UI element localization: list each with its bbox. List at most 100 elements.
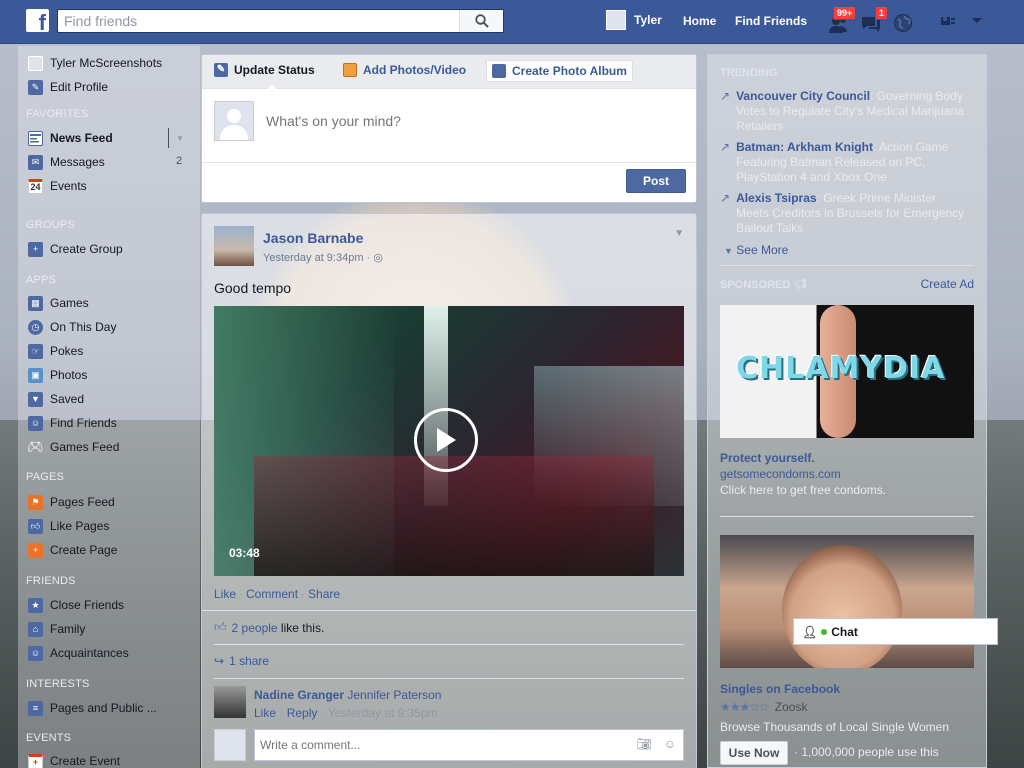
ad-image[interactable]: CHLAMYDIA: [720, 305, 974, 438]
trending-arrow-icon: ↗: [720, 140, 731, 154]
ad-image[interactable]: [720, 535, 974, 668]
sidebar-item-close-friends[interactable]: ★ Close Friends: [28, 596, 124, 614]
sponsored-header: SPONSORED 📢︎: [720, 278, 807, 291]
share-link[interactable]: Share: [308, 587, 340, 601]
see-more-label: See More: [736, 243, 789, 257]
pencil-icon: ✎: [214, 63, 228, 77]
comment-reply-link[interactable]: Reply: [287, 706, 318, 720]
sidebar-item-pages-public[interactable]: ≡ Pages and Public ...: [28, 699, 157, 717]
sidebar-item-pokes[interactable]: ☞ Pokes: [28, 342, 83, 360]
sidebar-item-photos[interactable]: ▣ Photos: [28, 366, 87, 384]
sidebar-item-events[interactable]: 24 Events: [28, 177, 87, 195]
avatar[interactable]: [214, 686, 246, 718]
post-time-text: Yesterday at 9:34pm ·: [263, 252, 374, 264]
nav-home-link[interactable]: Home: [683, 14, 716, 28]
sidebar-item-create-page[interactable]: + Create Page: [28, 541, 117, 559]
post-author[interactable]: Jason Barnabe: [263, 230, 363, 246]
trending-item[interactable]: ↗ Alexis Tsipras: Greek Prime Minister M…: [720, 191, 970, 236]
messages-jewel[interactable]: 1: [860, 6, 889, 34]
section-header-groups: GROUPS: [26, 219, 75, 231]
chat-bar[interactable]: 👤︎ Chat: [793, 618, 998, 645]
sidebar-item-like-pages[interactable]: 👍︎ Like Pages: [28, 517, 109, 535]
trending-item[interactable]: ↗ Batman: Arkham Knight: Action Game Fea…: [720, 140, 970, 185]
camera-icon[interactable]: 📷︎: [637, 737, 652, 751]
nav-find-friends-link[interactable]: Find Friends: [735, 14, 807, 28]
chevron-down-icon[interactable]: ▼: [674, 228, 684, 239]
sidebar-item-saved[interactable]: ▼ Saved: [28, 390, 84, 408]
trending-item[interactable]: ↗ Vancouver City Council: Governing Body…: [720, 89, 970, 134]
news-feed-icon: [28, 130, 43, 146]
comment-like-link[interactable]: Like: [254, 706, 276, 720]
globe-icon: [894, 14, 912, 32]
status-input[interactable]: [266, 113, 666, 129]
status-composer: ✎ Update Status Add Photos/Video Create …: [201, 54, 697, 203]
ad-user-count: · 1,000,000 people use this: [794, 745, 939, 759]
create-ad-link[interactable]: Create Ad: [921, 277, 974, 291]
avatar: [214, 729, 246, 761]
avatar[interactable]: [214, 226, 254, 266]
chevron-down-icon: [972, 17, 983, 23]
use-now-button[interactable]: Use Now: [720, 741, 788, 765]
messages-icon: ✉: [28, 154, 43, 170]
comment-input[interactable]: [254, 729, 684, 761]
sidebar-item-find-friends[interactable]: ☺ Find Friends: [28, 414, 117, 432]
avatar: [28, 55, 43, 71]
post-button[interactable]: Post: [626, 169, 686, 193]
comment-attachments: 📷︎ ☺: [637, 737, 677, 751]
post-actions: Like · Comment · Share: [214, 587, 340, 601]
tab-label: Update Status: [234, 63, 315, 77]
post-timestamp[interactable]: Yesterday at 9:34pm · ◎: [263, 251, 383, 264]
like-link[interactable]: Like: [214, 587, 236, 601]
chevron-down-icon[interactable]: ▼: [176, 134, 184, 143]
sidebar-item-family[interactable]: ⌂ Family: [28, 620, 85, 638]
section-header-pages: PAGES: [26, 471, 65, 483]
sidebar-item-label: Edit Profile: [50, 80, 109, 94]
online-dot: [821, 628, 828, 635]
facebook-logo[interactable]: f: [26, 9, 49, 32]
ad-title[interactable]: Singles on Facebook: [720, 682, 840, 696]
divider: [202, 610, 696, 611]
sidebar-item-news-feed[interactable]: News Feed: [28, 129, 113, 147]
likes-link[interactable]: 2 people: [232, 621, 278, 635]
poke-icon: ☞: [28, 343, 43, 359]
sidebar-item-create-group[interactable]: + Create Group: [28, 240, 123, 258]
tab-add-photos[interactable]: Add Photos/Video: [343, 63, 466, 77]
sidebar-item-acquaintances[interactable]: ☺ Acquaintances: [28, 644, 129, 662]
play-button[interactable]: [414, 408, 478, 472]
friend-requests-jewel[interactable]: 99+: [828, 6, 857, 34]
ad-rating: ★★★☆☆ Zoosk: [720, 700, 807, 714]
sidebar-item-label: Photos: [50, 368, 88, 382]
notifications-jewel[interactable]: [893, 10, 919, 34]
ad-link[interactable]: getsomecondoms.com: [720, 467, 841, 481]
comment-link[interactable]: Comment: [246, 587, 298, 601]
sidebar-item-games-feed[interactable]: 🎮︎ Games Feed: [27, 438, 119, 456]
sidebar-item-label: Close Friends: [50, 598, 125, 612]
left-sidebar: Tyler McScreenshots ✎ Edit Profile FAVOR…: [18, 46, 200, 768]
comment-author[interactable]: Nadine Granger: [254, 688, 344, 702]
video-player[interactable]: 03:48: [214, 306, 684, 576]
sidebar-item-messages[interactable]: ✉ Messages: [28, 153, 105, 171]
likes-suffix: like this.: [277, 620, 325, 635]
smiley-icon[interactable]: ☺: [664, 737, 676, 751]
search-button[interactable]: [459, 10, 503, 32]
nav-profile-link[interactable]: Tyler: [606, 10, 662, 30]
comment-time[interactable]: Yesterday at 9:35pm: [328, 706, 438, 720]
sidebar-item-games[interactable]: ▦ Games: [28, 294, 89, 312]
sidebar-item-pages-feed[interactable]: ⚑ Pages Feed: [28, 493, 115, 511]
search-input[interactable]: [58, 10, 458, 32]
sidebar-item-profile[interactable]: Tyler McScreenshots: [28, 54, 162, 72]
sidebar-item-create-event[interactable]: + Create Event: [28, 752, 120, 768]
shares-summary[interactable]: ↪ 1 share: [214, 654, 269, 668]
calendar-plus-icon: +: [28, 753, 43, 768]
see-more-link[interactable]: ▼ See More: [724, 243, 788, 257]
comment-mention[interactable]: Jennifer Paterson: [347, 688, 441, 702]
tab-create-album[interactable]: Create Photo Album: [486, 60, 633, 82]
sidebar-item-edit-profile[interactable]: ✎ Edit Profile: [28, 78, 108, 96]
ad-title[interactable]: Protect yourself.: [720, 451, 815, 465]
comment-header: Nadine Granger Jennifer Paterson: [254, 688, 441, 702]
tab-update-status[interactable]: ✎ Update Status: [214, 63, 315, 77]
sponsored-label: SPONSORED: [720, 279, 791, 291]
sidebar-item-on-this-day[interactable]: ◷ On This Day: [28, 318, 116, 336]
account-menu[interactable]: [940, 13, 983, 28]
sidebar-item-label: Games: [50, 296, 89, 310]
